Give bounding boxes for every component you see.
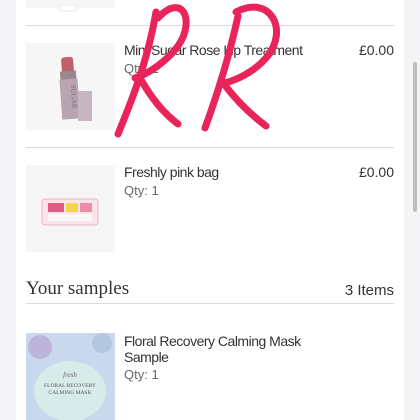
sample-quantity: Qty: 1 — [124, 367, 159, 382]
sample-name[interactable]: Floral Recovery Calming Mask Sample — [124, 333, 324, 365]
item-divider — [26, 25, 394, 26]
item-name[interactable]: Freshly pink bag — [124, 164, 219, 180]
pink-bag-icon — [26, 165, 115, 252]
samples-count: 3 Items — [344, 282, 394, 299]
mask-brand-label: fresh — [63, 371, 77, 379]
mask-jar-icon: fresh FLORAL RECOVERY CALMING MASK — [26, 333, 115, 420]
item-quantity: Qty: 1 — [124, 61, 159, 76]
svg-text:SUGAR: SUGAR — [69, 85, 79, 110]
item-quantity: Qty: 1 — [124, 183, 159, 198]
item-name[interactable]: Mini Sugar Rose Lip Treatment — [124, 42, 314, 58]
item-price: £0.00 — [358, 164, 394, 180]
samples-section-title: Your samples — [26, 278, 130, 299]
svg-text:FLORAL RECOVERY: FLORAL RECOVERY — [44, 383, 96, 389]
scrollbar[interactable] — [413, 62, 417, 212]
svg-text:CALMING MASK: CALMING MASK — [49, 390, 92, 396]
item-price: £0.00 — [358, 42, 394, 58]
item-divider — [26, 147, 394, 148]
previous-item-thumbnail — [26, 0, 115, 12]
bottle-icon — [58, 4, 78, 12]
section-divider — [26, 303, 394, 304]
lip-treatment-icon: SUGAR — [26, 43, 115, 130]
